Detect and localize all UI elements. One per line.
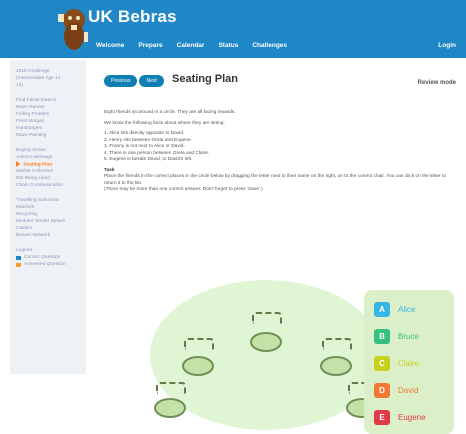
page: UK Bebras Welcome Prepare Calendar Statu…	[0, 0, 466, 434]
chair-2-icon[interactable]	[184, 338, 214, 350]
friend-row-alice[interactable]: A Alice	[374, 302, 454, 317]
login-link[interactable]: Login	[438, 42, 456, 49]
sidebar-item[interactable]: Castles	[10, 225, 86, 232]
main-content: Previous Next Seating Plan Review mode E…	[96, 60, 466, 434]
sidebar-item-label: Seating Plan	[23, 162, 53, 168]
seat-1[interactable]	[250, 332, 282, 352]
sidebar-item[interactable]: Maze Runner	[10, 104, 86, 111]
sidebar-group: Travelling Salesman Matches Recycling Mo…	[10, 197, 86, 239]
sidebar-item[interactable]: Hamburgers	[10, 125, 86, 132]
sidebar-item-seating-plan[interactable]: Seating Plan	[10, 161, 86, 168]
seat-3[interactable]	[320, 356, 352, 376]
nav-welcome[interactable]: Welcome	[96, 42, 124, 49]
legend-label: Correct Question	[24, 255, 61, 261]
friend-name: Claire	[398, 359, 419, 368]
letter-tile-d[interactable]: D	[374, 383, 390, 398]
sidebar-item[interactable]: Not Being Liked	[10, 175, 86, 182]
legend-swatch-icon	[16, 255, 21, 260]
chair-4-icon[interactable]	[156, 382, 186, 394]
friend-name: Alice	[398, 305, 416, 314]
chair-3-icon[interactable]	[322, 338, 352, 350]
sidebar-item[interactable]: Recycling	[10, 211, 86, 218]
sidebar-group: Buying Shoes Anton's Message Seating Pla…	[10, 147, 86, 189]
task-line-1: Place the friends in the correct places …	[104, 174, 447, 186]
seat-2[interactable]	[182, 356, 214, 376]
friend-name: Bruce	[398, 332, 419, 341]
nav-tabs: Previous Next	[104, 75, 164, 87]
nav-prepare[interactable]: Prepare	[138, 42, 162, 49]
friend-row-bruce[interactable]: B Bruce	[374, 329, 454, 344]
sidebar-item[interactable]: Marble Collectors	[10, 168, 86, 175]
sidebar-item[interactable]: Frost Morgan	[10, 118, 86, 125]
sidebar-legend: Legend Correct Question Answered Questio…	[10, 247, 86, 268]
letter-tile-b[interactable]: B	[374, 329, 390, 344]
chair-1-icon[interactable]	[252, 312, 282, 324]
current-arrow-icon	[16, 161, 20, 167]
sidebar-item[interactable]: Travelling Salesman	[10, 197, 86, 204]
next-button[interactable]: Next	[139, 75, 164, 87]
friend-row-david[interactable]: D David	[374, 383, 454, 398]
sidebar-item-challenge[interactable]: 2015 Challenge	[10, 68, 86, 75]
sidebar-item[interactable]: Chain Communication	[10, 182, 86, 189]
legend-row: Correct Question	[16, 254, 86, 261]
question-text: Eight friends sit around in a circle. Th…	[104, 110, 454, 194]
sidebar-group: 2015 Challenge (Intermediate Age 12 13)	[10, 68, 86, 89]
nav-status[interactable]: Status	[218, 42, 238, 49]
friend-name: David	[398, 386, 419, 395]
top-nav: Welcome Prepare Calendar Status Challeng…	[96, 42, 287, 49]
sidebar-item-challenge-detail-2[interactable]: 13)	[10, 82, 86, 89]
sidebar-item-challenge-detail[interactable]: (Intermediate Age 12	[10, 75, 86, 82]
sidebar-item[interactable]: Find Faisal Ewan's	[10, 97, 86, 104]
letter-tile-c[interactable]: C	[374, 356, 390, 371]
sidebar-item[interactable]: Felling Problem	[10, 111, 86, 118]
sidebar-item[interactable]: Beaver Network	[10, 232, 86, 239]
nav-challenges[interactable]: Challenges	[252, 42, 287, 49]
seating-circle-area	[150, 280, 382, 430]
sidebar-item[interactable]: Maze Painting	[10, 132, 86, 139]
legend-label: Answered Question	[24, 262, 66, 268]
legend-row: Answered Question	[16, 261, 86, 268]
letter-tile-a[interactable]: A	[374, 302, 390, 317]
legend-swatch-icon	[16, 262, 21, 267]
task-line-2: (There may be more than one correct answ…	[104, 187, 263, 192]
nav-calendar[interactable]: Calendar	[177, 42, 205, 49]
friend-row-eugene[interactable]: E Eugene	[374, 410, 454, 425]
sidebar-item[interactable]: Anton's Message	[10, 154, 86, 161]
beaver-logo-icon	[58, 9, 88, 50]
friend-name: Eugene	[398, 413, 426, 422]
seat-4[interactable]	[154, 398, 186, 418]
previous-button[interactable]: Previous	[104, 75, 138, 87]
sidebar-item[interactable]: Modular Tender Splash	[10, 218, 86, 225]
review-mode-label: Review mode	[417, 80, 456, 86]
brand-title: UK Bebras	[88, 7, 177, 26]
sidebar: 2015 Challenge (Intermediate Age 12 13) …	[10, 60, 86, 374]
sidebar-group: Find Faisal Ewan's Maze Runner Felling P…	[10, 97, 86, 139]
legend-title: Legend	[16, 248, 33, 254]
letter-tile-e[interactable]: E	[374, 410, 390, 425]
top-header: UK Bebras Welcome Prepare Calendar Statu…	[0, 0, 466, 58]
page-title: Seating Plan	[172, 73, 239, 85]
sidebar-item[interactable]: Matches	[10, 204, 86, 211]
sidebar-item[interactable]: Buying Shoes	[10, 147, 86, 154]
friend-row-claire[interactable]: C Claire	[374, 356, 454, 371]
friends-panel: A Alice B Bruce C Claire D David E Eugen…	[364, 290, 454, 434]
